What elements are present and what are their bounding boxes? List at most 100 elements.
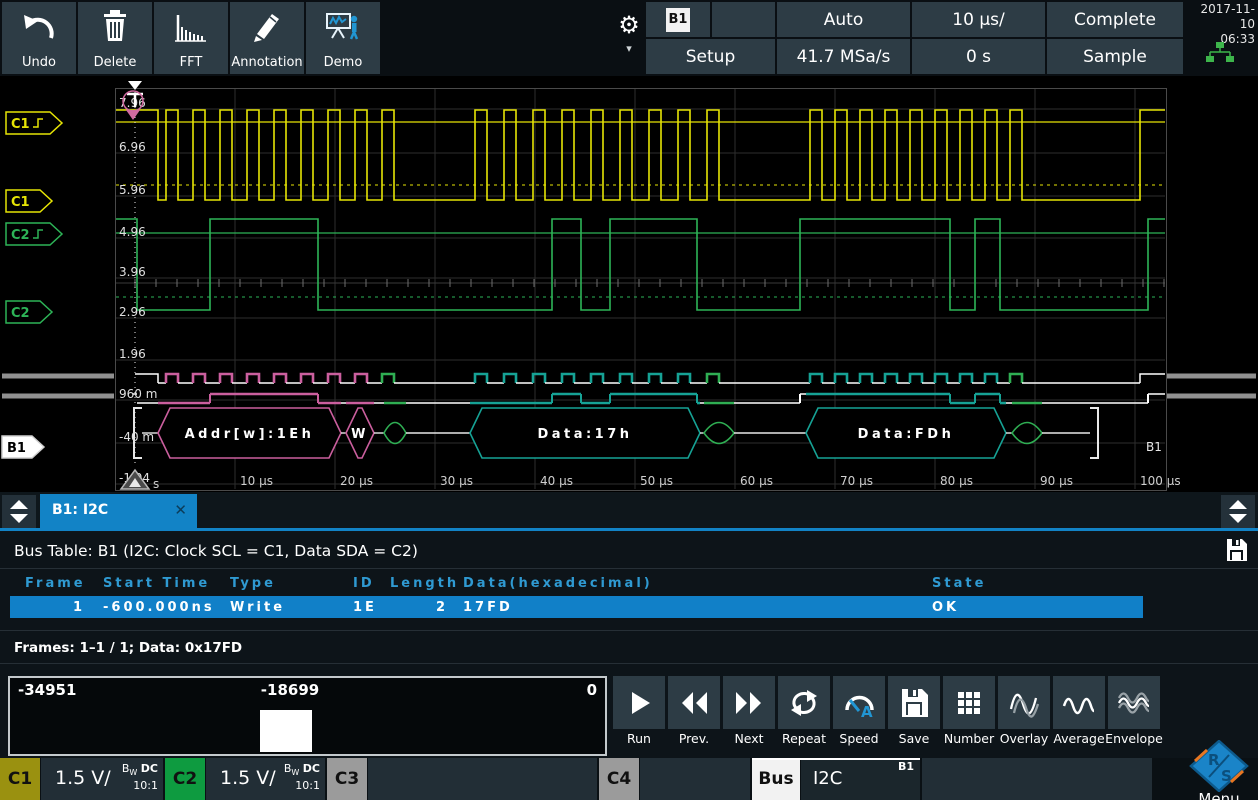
channel-panel-c2[interactable]: 1.5 V/ BW DC 10:1 (206, 758, 325, 800)
menu-button[interactable]: R S Menu (1186, 740, 1252, 800)
save-table-button[interactable] (1224, 537, 1250, 567)
network-lan-icon (1205, 42, 1235, 64)
scl-digital-pulse (274, 374, 286, 383)
row-data: 17FD (463, 600, 513, 615)
scl-digital-pulse (810, 374, 822, 383)
bus-frame-label: Data:17h (537, 427, 632, 442)
result-tab-bar: B1: I2C ✕ (0, 492, 1258, 532)
channel-badge-c3[interactable]: C3 (327, 758, 367, 800)
bus-badge[interactable]: Bus (752, 758, 800, 800)
table-scrollbar[interactable]: -34951 -18699 0 (8, 676, 607, 756)
bus-panel-i2c[interactable]: I2C B1 (801, 758, 920, 800)
x-axis-label: 70 µs (840, 474, 873, 488)
x-axis-zero-label: s (153, 477, 159, 491)
bus-ack-symbol (1012, 423, 1042, 444)
bus-frame-label: Data:FDh (858, 427, 955, 442)
empty-panel[interactable] (922, 758, 1152, 800)
trigger-mode-cell[interactable]: Auto (777, 2, 910, 37)
acquisition-state-cell[interactable]: Complete (1047, 2, 1183, 37)
separator (0, 568, 1258, 569)
channel-panel-c3[interactable] (368, 758, 597, 800)
channel-panel-c1[interactable]: 1.5 V/ BW DC 10:1 (41, 758, 163, 800)
tab-b1-i2c[interactable]: B1: I2C ✕ (40, 494, 197, 528)
x-axis-label: 30 µs (440, 474, 473, 488)
repeat-button[interactable] (778, 676, 830, 729)
overlay-button[interactable] (998, 676, 1050, 729)
demo-presentation-icon (321, 7, 365, 47)
separator (0, 630, 1258, 631)
trigger-level-marker (126, 110, 140, 120)
fft-button[interactable]: FFT (154, 2, 228, 74)
x-axis-label: 40 µs (540, 474, 573, 488)
scl-digital-pulse (562, 374, 574, 383)
channel-marker-label: C2 (11, 228, 30, 243)
x-axis-label: 100 µs (1140, 474, 1181, 488)
b1-badge: B1 (666, 8, 690, 32)
scroll-max-value: 0 (587, 681, 597, 699)
c2-info: BW DC 10:1 (284, 762, 320, 792)
c4-badge-label: C4 (607, 769, 631, 789)
row-frame: 1 (25, 600, 85, 615)
close-icon[interactable]: ✕ (174, 501, 187, 519)
bus-ack-symbol (384, 423, 406, 444)
scl-digital-pulse (247, 374, 259, 383)
speed-button[interactable]: A (833, 676, 885, 729)
demo-label: Demo (306, 55, 380, 70)
svg-text:A: A (861, 703, 873, 721)
bus-ack-symbol (704, 423, 734, 444)
scl-digital (135, 374, 158, 383)
number-grid-icon (951, 685, 987, 721)
tab-scroll-left-button[interactable] (2, 495, 36, 528)
channel-badge-c1[interactable]: C1 (0, 758, 40, 800)
x-axis-label: 80 µs (940, 474, 973, 488)
envelope-button[interactable] (1108, 676, 1160, 729)
demo-button[interactable]: Demo (306, 2, 380, 74)
acquisition-mode-cell[interactable]: Sample (1047, 39, 1183, 74)
number-button[interactable] (943, 676, 995, 729)
bus-name-right: B1 (1146, 440, 1162, 454)
next-button[interactable] (723, 676, 775, 729)
col-header-frame: Frame (25, 576, 86, 591)
undo-button[interactable]: Undo (2, 2, 76, 74)
c1-badge-label: C1 (8, 769, 32, 789)
annotation-button[interactable]: Annotation (230, 2, 304, 74)
prev-button[interactable] (668, 676, 720, 729)
scl-digital-pulse (620, 374, 632, 383)
empty-status-cell[interactable] (712, 2, 775, 37)
scl-digital-pulse (328, 374, 340, 383)
scl-digital-pulse (985, 374, 997, 383)
c3-badge-label: C3 (335, 769, 359, 789)
lower-control-area: -34951 -18699 0 Run Prev. Next (0, 668, 1258, 758)
gear-icon: ⚙ (618, 11, 640, 39)
channel-panel-c4[interactable] (640, 758, 750, 800)
up-down-arrows-icon (1226, 498, 1250, 526)
channel-badge-c4[interactable]: C4 (599, 758, 639, 800)
setup-cell[interactable]: Setup (646, 39, 775, 74)
speed-gauge-icon: A (841, 685, 877, 721)
scrollbar-handle[interactable] (260, 710, 312, 752)
tab-underline (0, 528, 1258, 531)
bus-b1-status-cell[interactable]: B1 (646, 2, 710, 37)
timebase-cell[interactable]: 10 µs/ (912, 2, 1045, 37)
fft-spectrum-icon (169, 7, 213, 47)
rohde-schwarz-logo: R S (1188, 740, 1250, 792)
horizontal-position-cell[interactable]: 0 s (912, 39, 1045, 74)
tab-scroll-right-button[interactable] (1221, 495, 1255, 528)
average-button[interactable] (1053, 676, 1105, 729)
save-button[interactable] (888, 676, 940, 729)
tab-label: B1: I2C (52, 502, 108, 518)
run-button[interactable] (613, 676, 665, 729)
waveform-plot: Addr[w]:1EhWData:17hData:FDhB1C1C1C2C2B1… (0, 76, 1258, 492)
row-id: 1E (353, 600, 377, 615)
channel-badge-c2[interactable]: C2 (165, 758, 205, 800)
delete-button[interactable]: Delete (78, 2, 152, 74)
settings-gear-button[interactable]: ⚙ ▾ (613, 0, 645, 76)
waveform-display[interactable]: Addr[w]:1EhWData:17hData:FDhB1C1C1C2C2B1… (0, 76, 1258, 492)
delete-label: Delete (78, 55, 152, 70)
bus-table-panel: Bus Table: B1 (I2C: Clock SCL = C1, Data… (0, 532, 1258, 668)
y-axis-label: 4.96 (119, 225, 146, 239)
undo-icon (17, 7, 61, 47)
scl-digital-pulse (475, 374, 487, 383)
sample-rate-cell[interactable]: 41.7 MSa/s (777, 39, 910, 74)
frames-summary: Frames: 1–1 / 1; Data: 0x17FD (14, 640, 242, 656)
